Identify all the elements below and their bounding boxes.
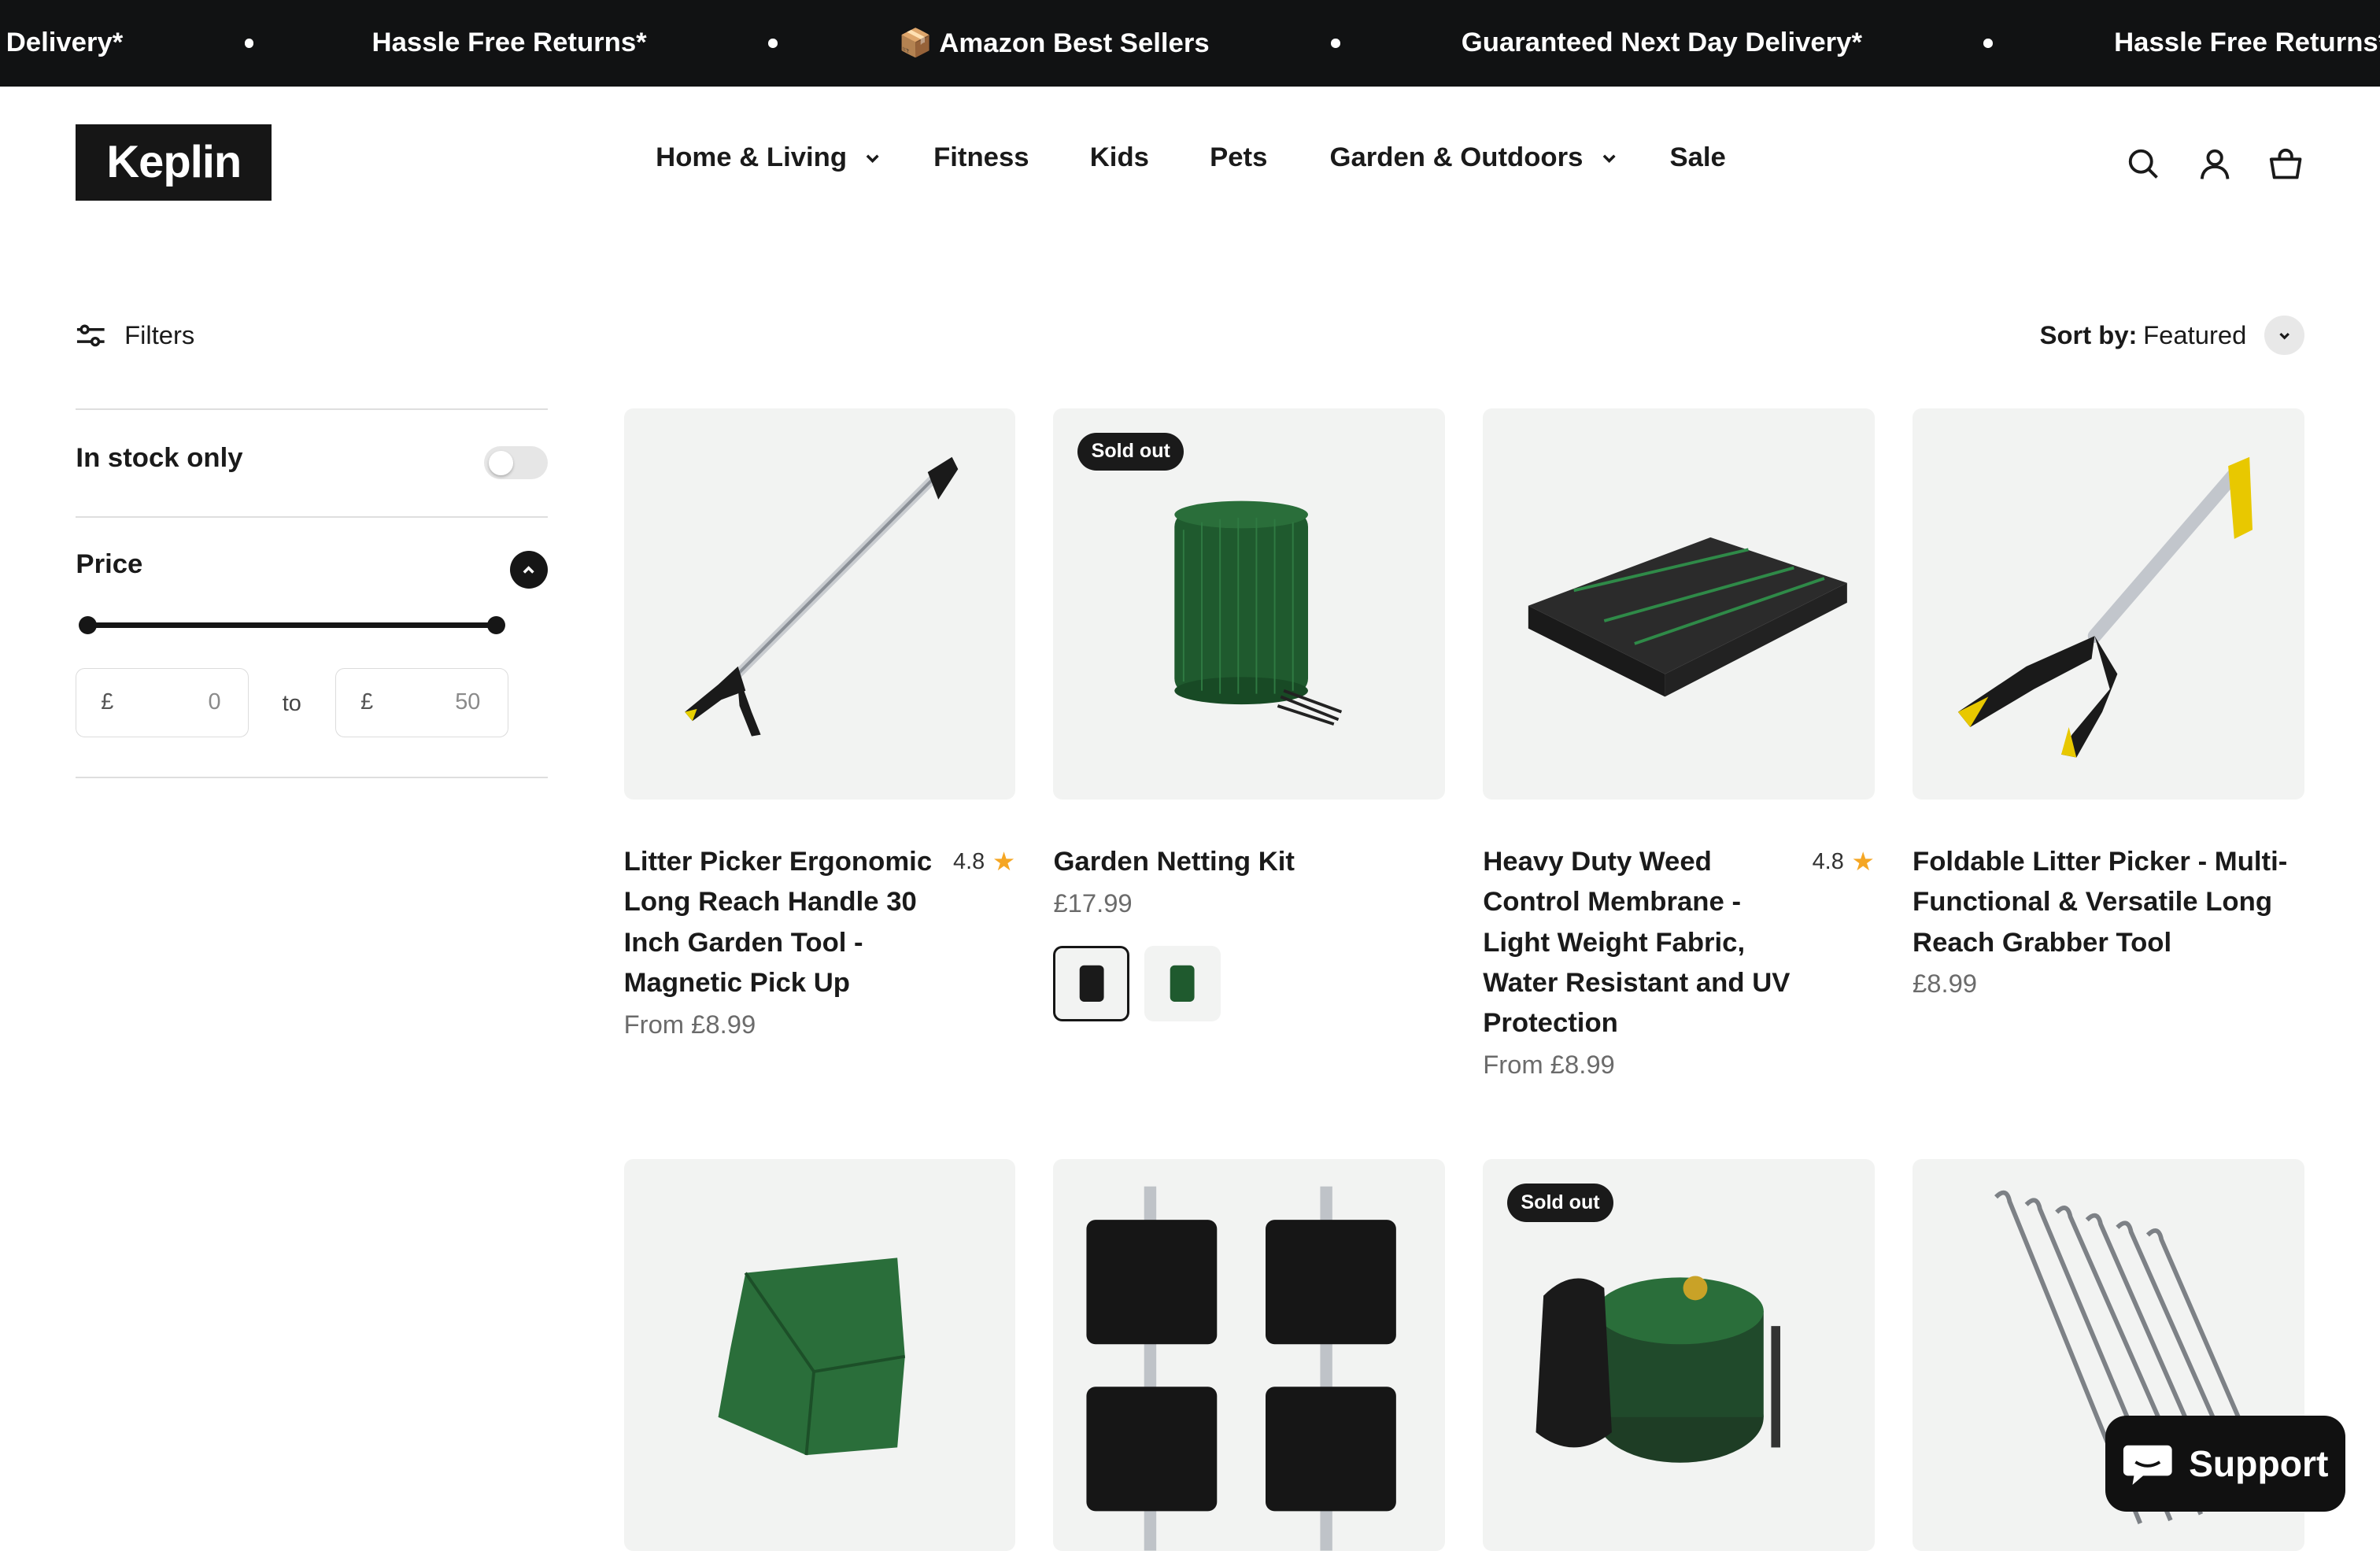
price-min-field[interactable]: £ — [76, 667, 249, 738]
support-chat-button[interactable]: Support — [2105, 1416, 2345, 1512]
divider — [76, 515, 549, 518]
nav-label: Fitness — [933, 142, 1029, 173]
price-max-field[interactable]: £ — [335, 667, 509, 738]
sort-value: Featured — [2143, 320, 2247, 350]
sort-dropdown[interactable]: Sort by: Featured — [2039, 316, 2304, 356]
nav-garden-outdoors[interactable]: Garden & Outdoors — [1329, 142, 1616, 173]
nav-label: Home & Living — [656, 142, 848, 173]
account-icon[interactable] — [2197, 146, 2233, 182]
product-image[interactable]: Sold out — [1053, 408, 1446, 800]
nav-label: Garden & Outdoors — [1329, 142, 1584, 173]
product-image[interactable] — [623, 408, 1016, 800]
nav-fitness[interactable]: Fitness — [933, 142, 1029, 173]
weed-membrane-icon — [1528, 537, 1848, 697]
nav-label: Pets — [1210, 142, 1268, 173]
currency-symbol: £ — [101, 689, 114, 715]
product-card[interactable]: Sold out Garden Netting Kit £17.99 — [1053, 408, 1446, 1022]
litter-picker-icon — [684, 456, 958, 737]
price-filter-title: Price — [76, 549, 143, 580]
product-title[interactable]: Litter Picker Ergonomic Long Reach Handl… — [624, 842, 935, 1003]
currency-symbol: £ — [360, 689, 374, 715]
chevron-up-icon[interactable] — [510, 551, 549, 589]
product-image[interactable] — [1483, 408, 1875, 800]
support-label: Support — [2189, 1443, 2329, 1485]
product-title[interactable]: Garden Netting Kit — [1053, 842, 1364, 882]
foldable-litter-picker-icon — [1957, 456, 2253, 758]
product-card[interactable] — [1053, 1159, 1446, 1551]
sold-out-badge: Sold out — [1077, 432, 1184, 471]
separator-dot — [1330, 39, 1340, 48]
product-card[interactable]: Heavy Duty Weed Control Membrane - Light… — [1483, 408, 1875, 1080]
price-range-track — [87, 622, 498, 629]
product-image[interactable] — [1913, 408, 2304, 800]
nav-pets[interactable]: Pets — [1210, 142, 1267, 173]
separator-dot — [244, 39, 254, 48]
separator-dot — [767, 39, 778, 48]
chevron-down-icon — [1602, 154, 1616, 164]
rating-value: 4.8 — [1812, 849, 1844, 875]
product-price: £17.99 — [1053, 888, 1133, 918]
star-icon: ★ — [992, 847, 1016, 877]
sort-label: Sort by: — [2039, 320, 2138, 350]
filters-label: Filters — [124, 320, 195, 350]
chat-icon — [2123, 1445, 2172, 1486]
price-min-handle[interactable] — [79, 616, 98, 635]
sold-out-badge: Sold out — [1507, 1184, 1613, 1222]
product-card[interactable]: Foldable Litter Picker - Multi-Functiona… — [1913, 408, 2304, 999]
separator-dot — [1983, 39, 1993, 48]
search-icon[interactable] — [2125, 146, 2161, 182]
announcement-item: Guaranteed Next Day Delivery* — [1461, 28, 1862, 58]
announcement-item: Hassle Free Returns* — [2114, 28, 2380, 58]
nav-sale[interactable]: Sale — [1669, 142, 1725, 173]
chevron-down-icon[interactable] — [2264, 316, 2304, 356]
nav-label: Sale — [1669, 142, 1726, 173]
announcement-item: Delivery* — [6, 28, 124, 58]
price-to-label: to — [282, 690, 301, 716]
swatch-black[interactable] — [1053, 945, 1129, 1022]
announcement-item: Hassle Free Returns* — [371, 28, 647, 58]
nav-kids[interactable]: Kids — [1090, 142, 1149, 173]
filters-button[interactable]: Filters — [76, 316, 194, 355]
toggle-knob — [489, 450, 513, 475]
price-min-input[interactable] — [127, 688, 224, 718]
product-title[interactable]: Heavy Duty Weed Control Membrane - Light… — [1483, 842, 1794, 1043]
sandbag-weights-icon — [1086, 1187, 1397, 1551]
price-max-handle[interactable] — [487, 616, 506, 635]
in-stock-toggle[interactable] — [484, 446, 549, 480]
product-price: From £8.99 — [1483, 1049, 1615, 1079]
main-nav: Home & Living Fitness Kids Pets Garden &… — [0, 142, 2380, 182]
product-rating: 4.8 ★ — [953, 842, 1015, 881]
product-card[interactable]: Sold out — [1483, 1159, 1875, 1551]
site-header: Keplin Home & Living Fitness Kids Pets G… — [0, 87, 2380, 238]
color-swatches — [1053, 945, 1445, 1022]
product-card[interactable] — [623, 1159, 1016, 1551]
announcement-marquee: Delivery* Hassle Free Returns* 📦 Amazon … — [6, 0, 2380, 87]
product-price: From £8.99 — [623, 1009, 756, 1039]
announcement-bar: Delivery* Hassle Free Returns* 📦 Amazon … — [0, 0, 2380, 87]
product-rating: 4.8 ★ — [1813, 842, 1875, 881]
product-image[interactable] — [1053, 1159, 1446, 1551]
star-icon: ★ — [1851, 847, 1875, 877]
product-image[interactable] — [623, 1159, 1016, 1551]
nav-home-living[interactable]: Home & Living — [656, 142, 880, 173]
filters-icon — [77, 324, 105, 347]
product-title[interactable]: Foldable Litter Picker - Multi-Functiona… — [1913, 842, 2292, 962]
divider — [76, 408, 549, 410]
product-image[interactable]: Sold out — [1483, 1159, 1875, 1551]
swatch-green[interactable] — [1144, 945, 1221, 1022]
announcement-item: 📦 Amazon Best Sellers — [898, 28, 1210, 58]
cart-icon[interactable] — [2267, 146, 2304, 182]
divider — [76, 777, 549, 779]
nav-label: Kids — [1089, 142, 1149, 173]
price-max-input[interactable] — [386, 688, 484, 718]
rating-value: 4.8 — [953, 849, 985, 875]
product-card[interactable]: Litter Picker Ergonomic Long Reach Handl… — [623, 408, 1016, 1040]
chair-cover-icon — [718, 1257, 905, 1456]
in-stock-label: In stock only — [76, 443, 243, 474]
chevron-down-icon — [866, 154, 879, 164]
product-price: £8.99 — [1913, 969, 1978, 999]
